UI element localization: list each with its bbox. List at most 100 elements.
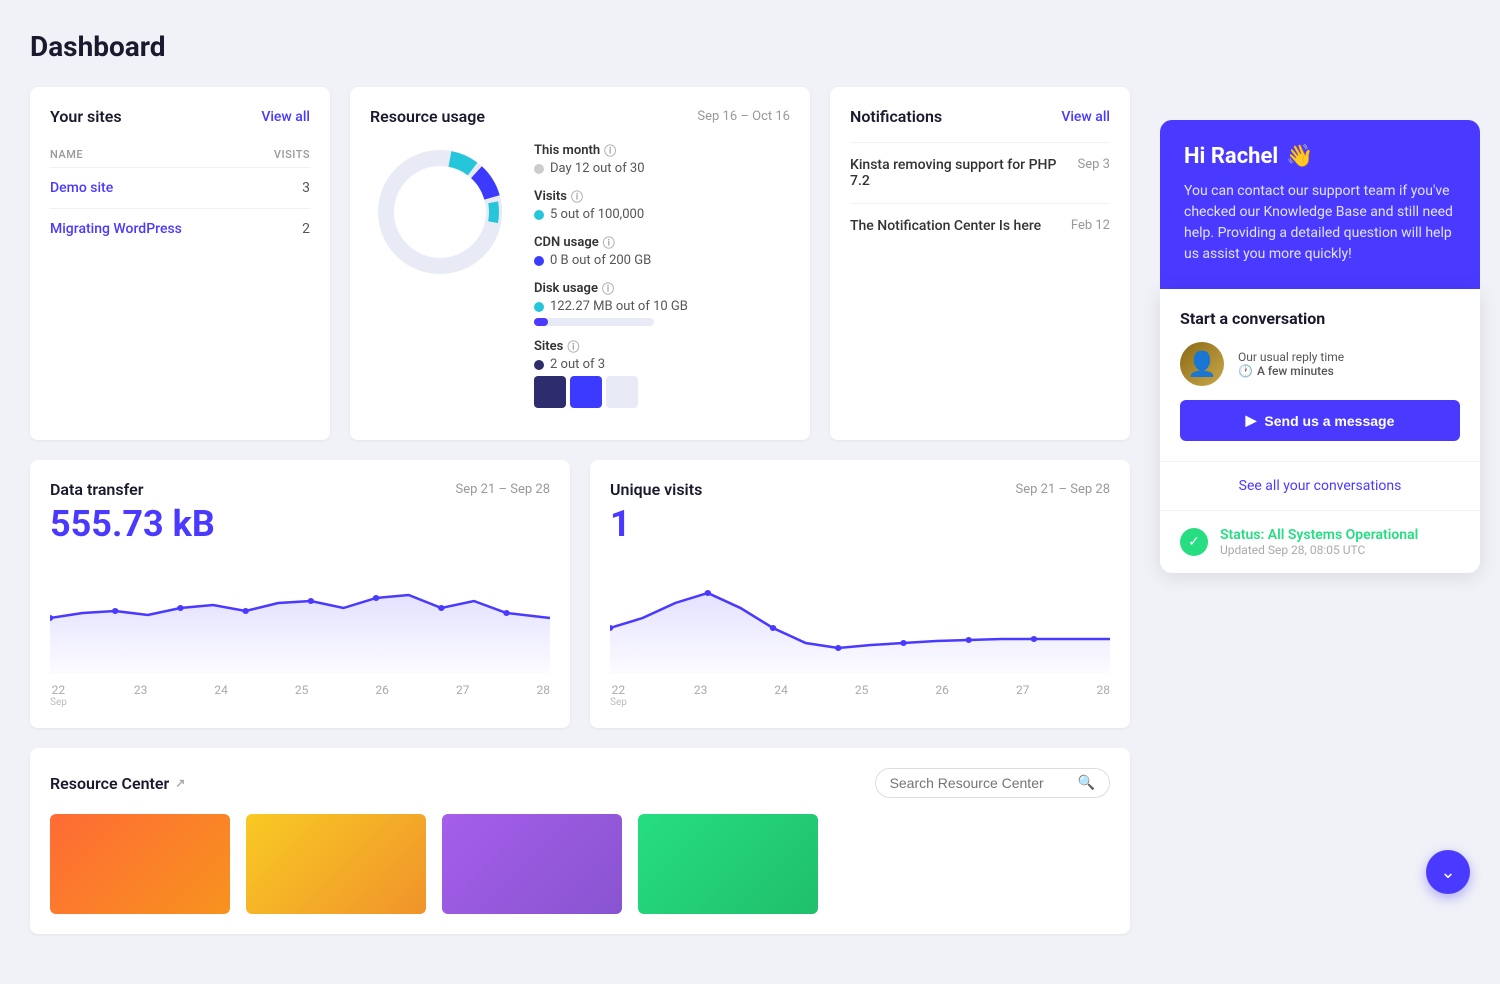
chart-label-item: 22 Sep [50,683,67,708]
rc-thumbnail-3[interactable] [638,814,818,914]
chart-label-item: 23 [694,683,708,708]
dot-disk [534,302,544,312]
chart-label-item: 27 [1016,683,1030,708]
sites-bar-2 [570,376,602,408]
site-visits-migrating: 2 [254,209,310,250]
rc-thumbnail-1[interactable] [246,814,426,914]
chart-label-item: 25 [855,683,869,708]
notif-date-1: Feb 12 [1071,218,1110,233]
chart-label-item: 28 [536,683,550,708]
unique-visits-value: 1 [610,503,1110,545]
resource-center-search-input[interactable] [890,775,1070,791]
unique-visits-header: Unique visits Sep 21 – Sep 28 [610,480,1110,499]
resource-center-search[interactable]: 🔍 [875,768,1110,798]
send-icon: ▶ [1246,412,1257,429]
sites-bar-3 [606,376,638,408]
all-conversations-link[interactable]: See all your conversations [1160,462,1480,511]
status-operational-icon: ✓ [1180,528,1208,556]
data-transfer-card: Data transfer Sep 21 – Sep 28 555.73 kB [30,460,570,728]
status-section: ✓ Status: All Systems Operational Update… [1160,511,1480,573]
notifications-card-title: Notifications [850,107,942,126]
chart-label-item: 26 [375,683,389,708]
notif-row-0: Kinsta removing support for PHP 7.2 Sep … [850,157,1110,189]
notifications-view-all-link[interactable]: View all [1061,109,1110,125]
resource-stats: This month ⓘ Day 12 out of 30 Visits [534,142,790,420]
bottom-charts-grid: Data transfer Sep 21 – Sep 28 555.73 kB [30,460,1130,728]
resource-card-header: Resource usage Sep 16 – Oct 16 [370,107,790,126]
conversation-title: Start a conversation [1180,309,1460,328]
table-row: Demo site 3 [50,168,310,209]
sites-bar-1 [534,376,566,408]
agent-reply-time: 🕐 A few minutes [1238,364,1344,378]
data-transfer-title: Data transfer [50,480,143,499]
support-hero-title: Hi Rachel 👋 [1184,144,1456,169]
sites-table: NAME VISITS Demo site 3 Migrating WordPr… [50,142,310,249]
notif-text-1: The Notification Center Is here [850,218,1059,234]
resource-usage-card: Resource usage Sep 16 – Oct 16 [350,87,810,440]
wave-emoji: 👋 [1286,144,1313,169]
support-panel: Hi Rachel 👋 You can contact our support … [1160,120,1480,573]
site-visits-demo: 3 [254,168,310,209]
chart-month-sep1: Sep [50,697,67,708]
sites-col-visits: VISITS [254,142,310,168]
agent-avatar: 👤 [1180,342,1224,386]
sites-card-title: Your sites [50,107,122,126]
info-icon-sites[interactable]: ⓘ [567,338,579,355]
sites-card-header: Your sites View all [50,107,310,126]
status-text: Status: All Systems Operational [1220,527,1418,543]
support-hero-text: You can contact our support team if you'… [1184,181,1456,265]
data-transfer-labels: 22 Sep 23 24 25 26 [50,683,550,708]
stat-sites: Sites ⓘ 2 out of 3 [534,338,790,408]
agent-reply-label: Our usual reply time [1238,350,1344,364]
resource-center-card: Resource Center ↗ 🔍 [30,748,1130,934]
chart-label-item: 25 [295,683,309,708]
notif-row-1: The Notification Center Is here Feb 12 [850,218,1110,234]
data-transfer-header: Data transfer Sep 21 – Sep 28 [50,480,550,499]
rc-thumbnail-0[interactable] [50,814,230,914]
search-icon: 🔍 [1078,775,1095,791]
dot-cdn [534,256,544,266]
site-link-migrating[interactable]: Migrating WordPress [50,221,182,237]
dot-month [534,164,544,174]
chart-day-22: 22 [50,683,67,697]
unique-visits-title: Unique visits [610,480,702,499]
table-row: Migrating WordPress 2 [50,209,310,250]
your-sites-card: Your sites View all NAME VISITS Demo sit… [30,87,330,440]
unique-visits-chart-svg [610,553,1110,673]
info-icon-cdn[interactable]: ⓘ [603,234,615,251]
disk-progress-fill [534,318,548,326]
support-body: Start a conversation 👤 Our usual reply t… [1160,289,1480,573]
chart-label-item: 26 [935,683,949,708]
rc-thumbnail-2[interactable] [442,814,622,914]
notif-text-0: Kinsta removing support for PHP 7.2 [850,157,1066,189]
resource-card-title: Resource usage [370,107,485,126]
resource-date-range: Sep 16 – Oct 16 [697,109,790,124]
site-link-demo[interactable]: Demo site [50,180,113,196]
resource-content: This month ⓘ Day 12 out of 30 Visits [370,142,790,420]
resource-center-header: Resource Center ↗ 🔍 [50,768,1110,798]
chart-label-item: 24 [214,683,228,708]
notifications-card: Notifications View all Kinsta removing s… [830,87,1130,440]
disk-progress-bar [534,318,654,326]
collapse-button[interactable]: ⌄ [1426,850,1470,894]
data-transfer-value: 555.73 kB [50,503,550,545]
resource-center-thumbnails [50,814,1110,914]
info-icon-month[interactable]: ⓘ [604,142,616,159]
data-transfer-chart-svg [50,553,550,673]
conversation-section: Start a conversation 👤 Our usual reply t… [1160,289,1480,462]
dot-visits [534,210,544,220]
sites-view-all-link[interactable]: View all [261,109,310,125]
stat-this-month: This month ⓘ Day 12 out of 30 [534,142,790,176]
info-icon-visits[interactable]: ⓘ [571,188,583,205]
info-icon-disk[interactable]: ⓘ [602,280,614,297]
page-title: Dashboard [30,30,1130,63]
status-info: Status: All Systems Operational Updated … [1220,527,1418,557]
unique-visits-date: Sep 21 – Sep 28 [1016,482,1110,497]
sites-col-name: NAME [50,142,254,168]
status-updated: Updated Sep 28, 08:05 UTC [1220,543,1418,557]
resource-center-title: Resource Center ↗ [50,774,185,793]
send-message-button[interactable]: ▶ Send us a message [1180,400,1460,441]
dot-sites [534,360,544,370]
resource-donut-chart [370,142,510,282]
stat-visits: Visits ⓘ 5 out of 100,000 [534,188,790,222]
